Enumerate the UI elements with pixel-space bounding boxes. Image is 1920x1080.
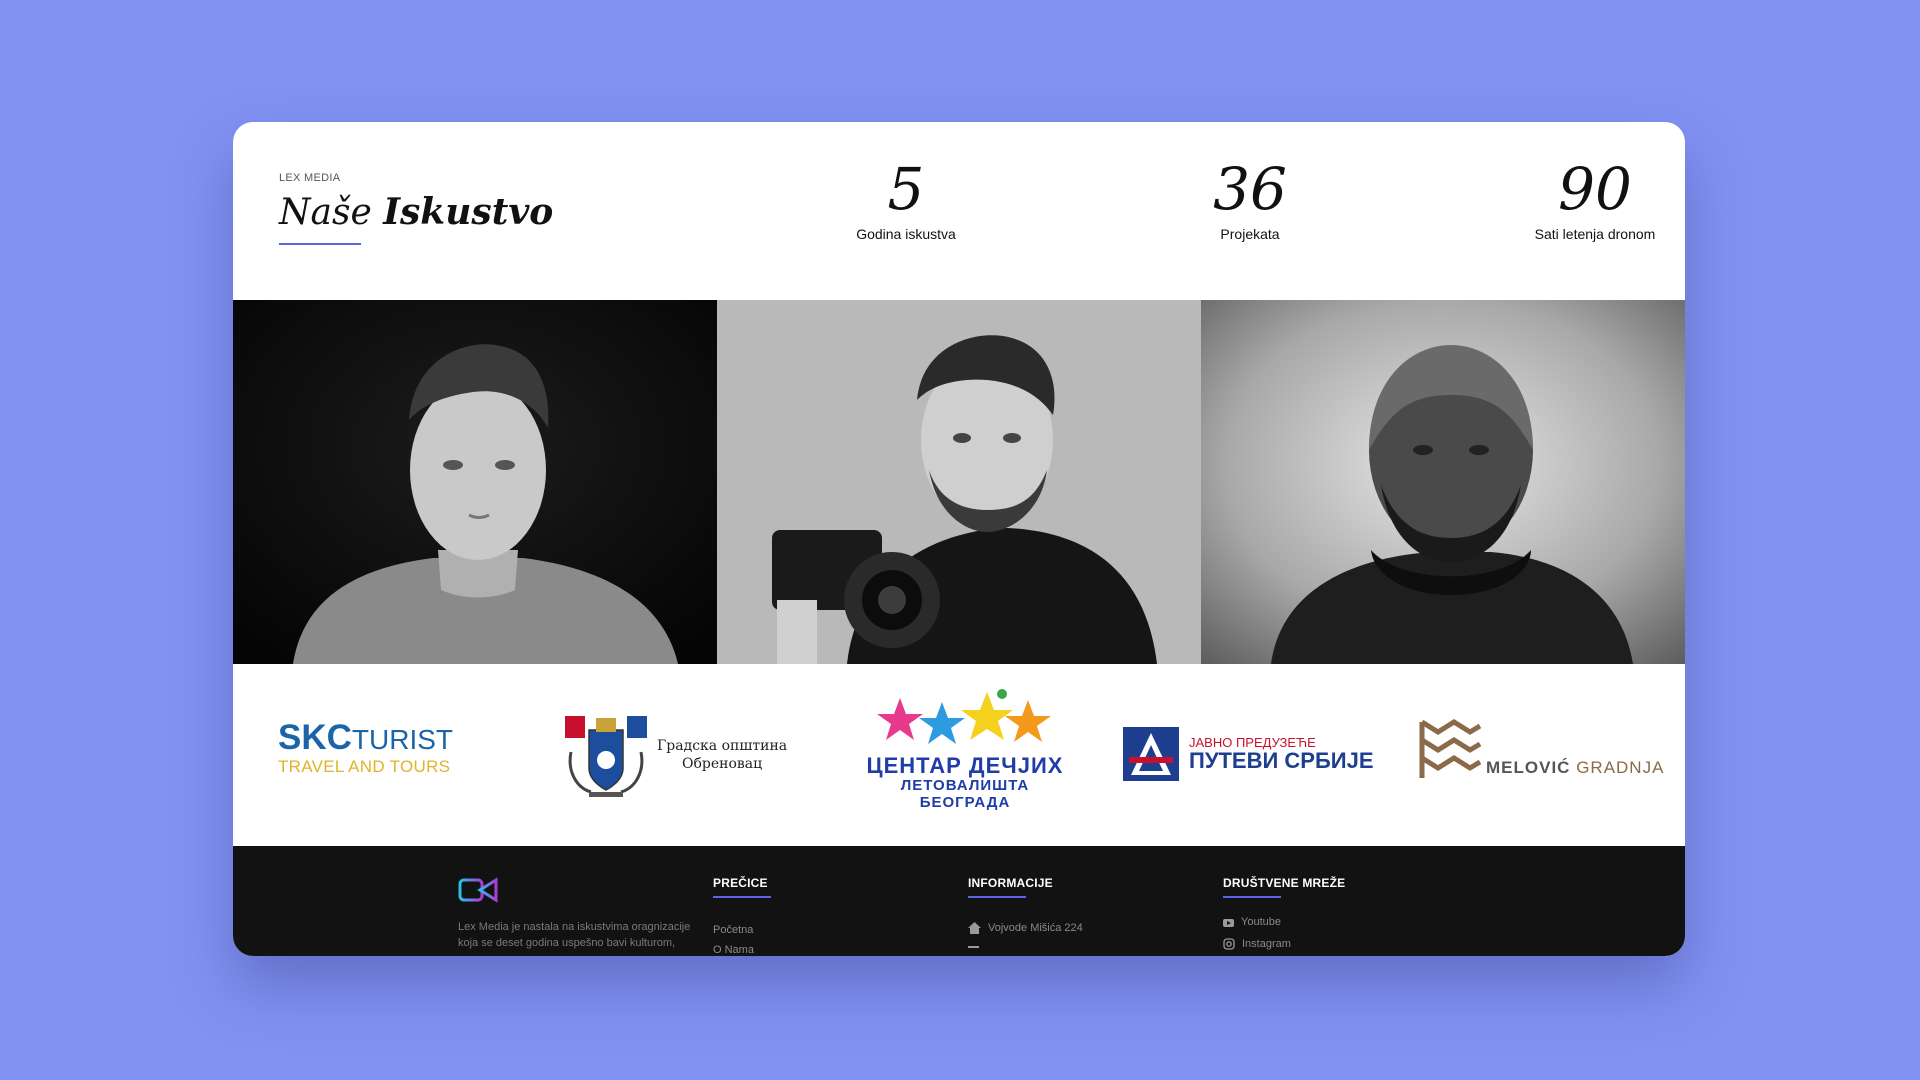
footer-shortcuts: PREČICE Početna O Nama: [713, 876, 953, 956]
stat-number: 90: [1558, 155, 1632, 223]
skc-name2: TURIST: [351, 724, 454, 755]
site-footer: Lex Media je nastala na iskustvima oragn…: [233, 846, 1685, 956]
shortcuts-underline: [713, 896, 771, 898]
instagram-label: Instagram: [1242, 938, 1291, 950]
skc-name: SKC: [278, 718, 352, 757]
stat-number: 5: [887, 155, 925, 223]
stars-icon: [877, 689, 1051, 744]
team-photo-3: [1201, 300, 1685, 664]
team-photo-1: [233, 300, 717, 664]
team-photo-2: [717, 300, 1201, 664]
skc-tagline: TRAVEL AND TOURS: [278, 757, 451, 776]
footer-info: INFORMACIJE Vojvode Mišića 224: [968, 876, 1208, 948]
partner-logos: SKCTURIST TRAVEL AND TOURS Градска општи…: [233, 664, 1685, 846]
footer-social: DRUŠTVENE MREŽE Youtube Instagram: [1223, 876, 1463, 950]
road-emblem-icon: [1123, 727, 1179, 781]
footer-about-text: Lex Media je nastala na iskustvima oragn…: [458, 921, 691, 949]
logo-centar-decjih-letovalista[interactable]: ЦЕНТАР ДЕЧЈИХ ЛЕТОВАЛИШТА БЕОГРАДА: [855, 688, 1075, 811]
putevi-line1: ЈАВНО ПРЕДУЗЕЋЕ: [1189, 734, 1316, 750]
lex-media-logo-icon: [458, 877, 498, 903]
logo-putevi-srbije[interactable]: ЈАВНО ПРЕДУЗЕЋЕ ПУТЕВИ СРБИЈЕ: [1123, 727, 1374, 781]
footer-link-pocetna[interactable]: Početna: [713, 924, 953, 936]
stat-projects: 36 Projekata: [1130, 155, 1370, 242]
stat-number: 36: [1213, 155, 1287, 223]
section-heading: Naše Iskustvo: [279, 194, 553, 231]
page-card: LEX MEDIA Naše Iskustvo 5 Godina iskustv…: [233, 122, 1685, 956]
putevi-line2: ПУТЕВИ СРБИЈЕ: [1189, 748, 1374, 774]
stat-drone-hours: 90 Sati letenja dronom: [1475, 155, 1685, 242]
footer-link-youtube[interactable]: Youtube: [1223, 916, 1463, 928]
instagram-icon: [1223, 938, 1235, 950]
shortcuts-heading: PREČICE: [713, 876, 768, 890]
coat-of-arms-icon: [565, 716, 647, 797]
stat-label: Sati letenja dronom: [1534, 225, 1656, 242]
footer-link-instagram[interactable]: Instagram: [1223, 938, 1463, 950]
team-photos: [233, 300, 1685, 664]
centar-line1: ЦЕНТАР ДЕЧЈИХ: [866, 753, 1064, 778]
footer-link-o-nama[interactable]: O Nama: [713, 944, 953, 956]
obrenovac-line2: Обреновац: [681, 756, 763, 772]
social-underline: [1223, 896, 1281, 898]
heading-bold: Iskustvo: [383, 191, 554, 233]
logo-skc-turist[interactable]: SKCTURIST TRAVEL AND TOURS: [278, 720, 453, 777]
info-underline: [968, 896, 1026, 898]
melovic-line1: MELOVIĆ: [1486, 758, 1571, 777]
youtube-label: Youtube: [1241, 916, 1281, 928]
stat-label: Godina iskustva: [856, 225, 956, 242]
info-heading: INFORMACIJE: [968, 876, 1053, 890]
heading-light: Naše: [279, 192, 372, 233]
footer-address: Vojvode Mišića 224: [968, 922, 1208, 934]
address-text: Vojvode Mišića 224: [988, 922, 1083, 934]
social-heading: DRUŠTVENE MREŽE: [1223, 876, 1346, 890]
logo-melovic-gradnja[interactable]: MELOVIĆ GRADNJA: [1418, 716, 1664, 782]
experience-section: LEX MEDIA Naše Iskustvo 5 Godina iskustv…: [233, 122, 1685, 300]
melovic-line2: GRADNJA: [1576, 758, 1665, 777]
centar-line2: ЛЕТОВАЛИШТА БЕОГРАДА: [900, 777, 1030, 811]
experience-intro: LEX MEDIA Naše Iskustvo: [279, 172, 553, 245]
logo-obrenovac[interactable]: Градска општина Обреновац: [563, 712, 787, 798]
section-eyebrow: LEX MEDIA: [279, 172, 341, 184]
mail-icon: [968, 946, 979, 948]
chevron-stack-icon: [1419, 719, 1482, 778]
stat-label: Projekata: [1220, 225, 1280, 242]
youtube-icon: [1223, 919, 1234, 927]
stat-years: 5 Godina iskustva: [786, 155, 1026, 242]
obrenovac-line1: Градска општина: [657, 738, 788, 754]
footer-about: Lex Media je nastala na iskustvima oragn…: [458, 876, 698, 951]
heading-underline: [279, 243, 361, 245]
home-icon: [968, 922, 981, 934]
